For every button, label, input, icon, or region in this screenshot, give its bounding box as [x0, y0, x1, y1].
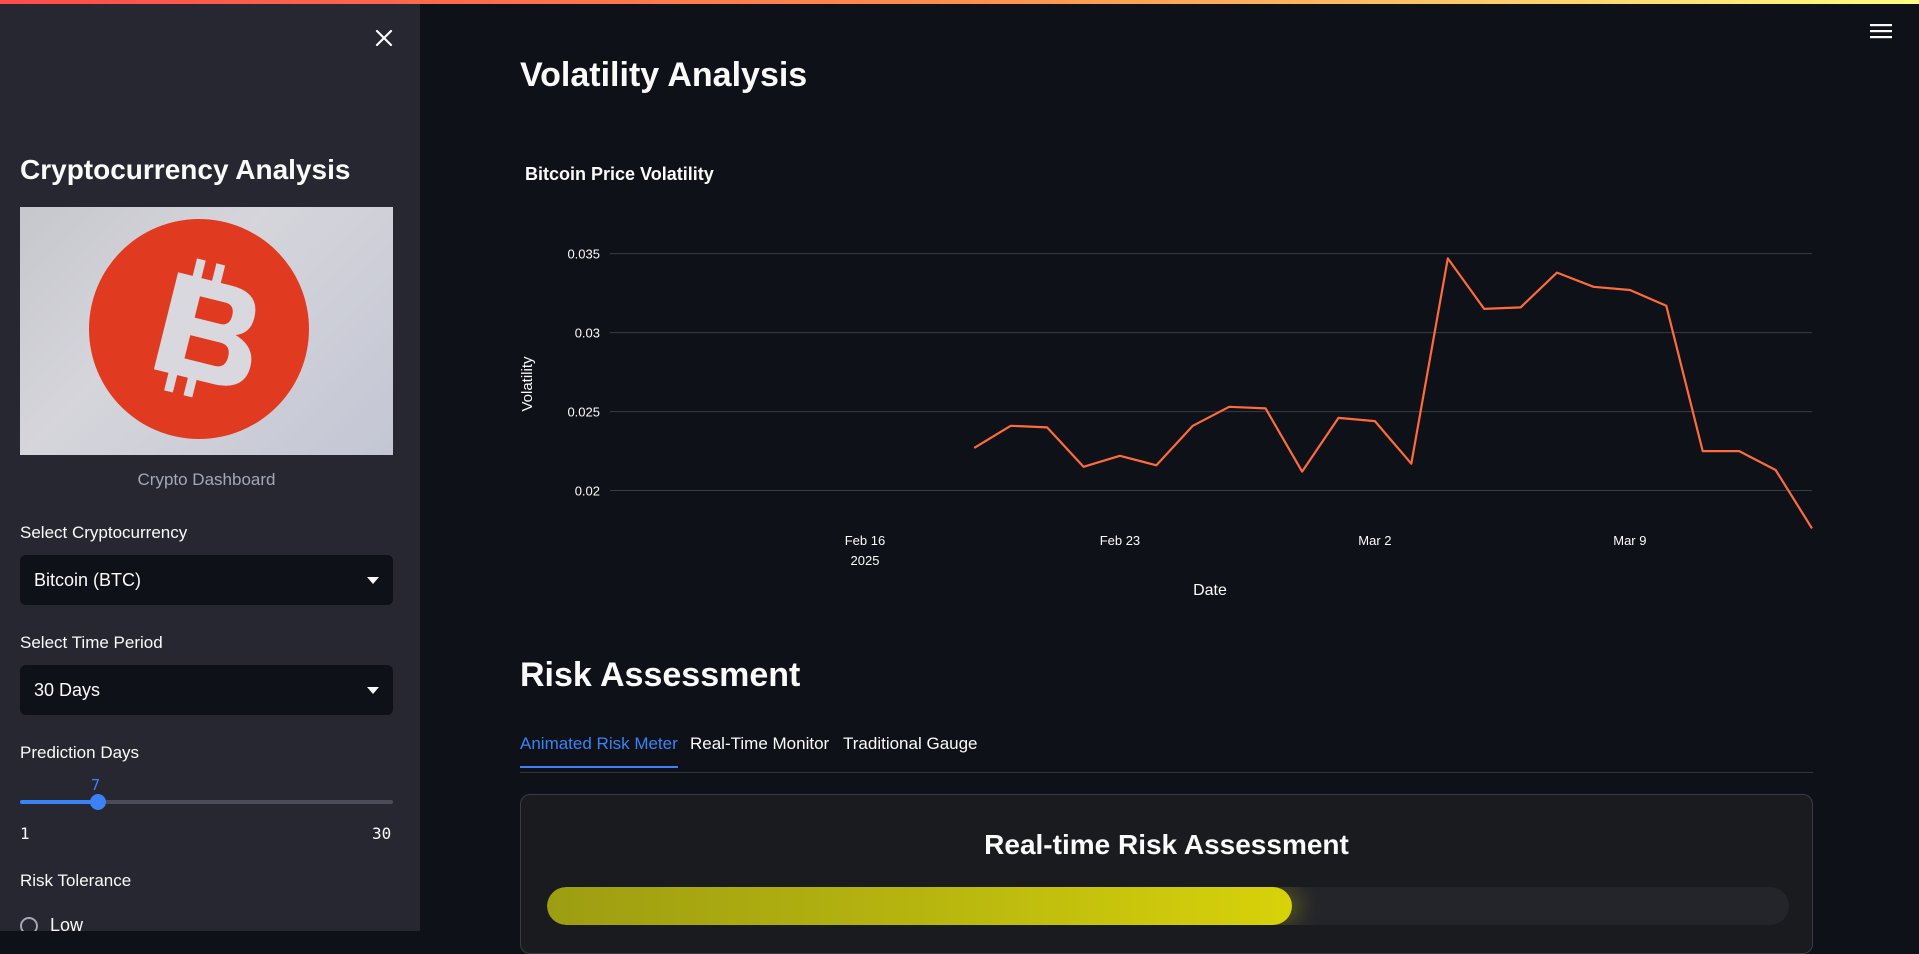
hamburger-menu-icon — [1870, 24, 1892, 39]
risk-meter-fill — [547, 887, 1293, 925]
y-tick-label: 0.025 — [567, 405, 600, 420]
prediction-days-label: Prediction Days — [20, 743, 140, 762]
radio-button[interactable] — [20, 916, 38, 931]
risk-card: Real-time Risk Assessment — [520, 794, 1813, 954]
risk-card-title: Real-time Risk Assessment — [984, 829, 1349, 860]
bitcoin-icon — [89, 219, 309, 439]
y-tick-label: 0.035 — [567, 247, 600, 262]
chevron-down-icon — [367, 686, 379, 694]
x-tick-label: Mar 9 — [1613, 533, 1646, 548]
tab-traditional-gauge[interactable]: Traditional Gauge — [843, 734, 978, 766]
chevron-down-icon — [367, 576, 379, 584]
image-caption: Crypto Dashboard — [137, 470, 276, 489]
bitcoin-logo-image — [20, 207, 393, 455]
y-tick-label: 0.03 — [575, 326, 600, 341]
risk-tabs: Animated Risk Meter Real-Time Monitor Tr… — [520, 732, 1813, 773]
prediction-slider-thumb[interactable] — [90, 794, 106, 810]
tab-animated-risk-meter[interactable]: Animated Risk Meter — [520, 734, 678, 768]
x-tick-label: Feb 23 — [1100, 533, 1140, 548]
crypto-select-label: Select Cryptocurrency — [20, 523, 188, 542]
close-icon — [375, 29, 393, 47]
x-tick-label: Mar 2 — [1358, 533, 1391, 548]
sidebar-title: Cryptocurrency Analysis — [20, 154, 351, 185]
prediction-slider-value: 7 — [91, 776, 101, 794]
tab-real-time-monitor[interactable]: Real-Time Monitor — [690, 734, 829, 766]
crypto-select-value: Bitcoin (BTC) — [34, 569, 142, 590]
y-axis-label: Volatility — [520, 356, 536, 412]
risk-option-label: Low — [50, 915, 84, 931]
chart-title: Bitcoin Price Volatility — [525, 164, 714, 184]
risk-option-low[interactable]: Low — [20, 915, 83, 931]
x-tick-sublabel: 2025 — [851, 553, 880, 568]
risk-meter-track — [547, 887, 1789, 925]
period-select[interactable]: 30 Days — [20, 665, 393, 715]
risk-tolerance-label: Risk Tolerance — [20, 871, 132, 890]
period-select-label: Select Time Period — [20, 633, 163, 652]
x-axis-label: Date — [1193, 582, 1227, 599]
period-select-value: 30 Days — [34, 679, 101, 700]
prediction-slider-fill — [20, 800, 97, 804]
page-title: Volatility Analysis — [520, 56, 808, 94]
risk-assessment-heading: Risk Assessment — [520, 656, 801, 694]
main-menu-button[interactable] — [1870, 22, 1898, 46]
x-tick-label: Feb 16 — [845, 533, 885, 548]
series-line — [973, 257, 1813, 529]
volatility-chart: 0.02 0.025 0.03 0.035 Feb 16 2025 Feb 23 Mar 2… — [520, 247, 1813, 599]
close-sidebar-button[interactable] — [370, 24, 398, 52]
sidebar: Cryptocurrency Analysis Crypto Dashboard… — [0, 4, 420, 931]
prediction-slider-max: 30 — [372, 824, 392, 843]
crypto-select[interactable]: Bitcoin (BTC) — [20, 555, 393, 605]
y-tick-label: 0.02 — [575, 484, 600, 499]
prediction-slider-min: 1 — [20, 824, 30, 843]
